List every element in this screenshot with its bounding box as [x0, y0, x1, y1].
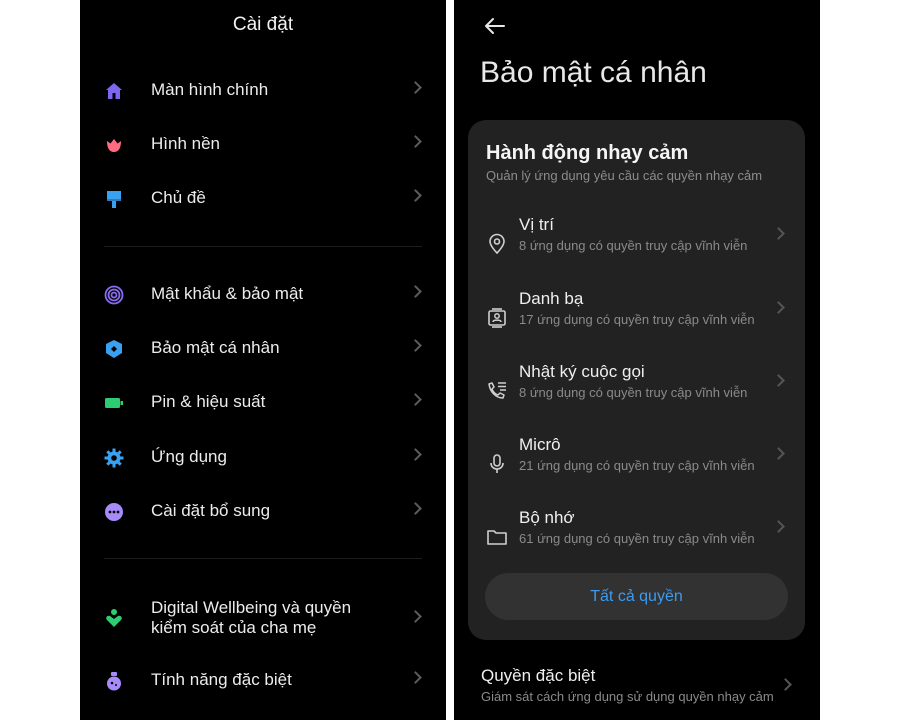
chevron-right-icon — [409, 393, 422, 406]
chevron-right-icon — [409, 610, 422, 623]
section-divider — [104, 246, 422, 247]
privacy-screen: Bảo mật cá nhân Hành động nhạy cảm Quản … — [454, 0, 820, 720]
chevron-right-icon — [779, 678, 792, 691]
permission-item-call-log[interactable]: Nhật ký cuộc gọi 8 ứng dụng có quyền tru… — [468, 362, 805, 424]
section-divider — [104, 558, 422, 559]
permission-name: Micrô — [519, 435, 561, 454]
chevron-right-icon — [409, 285, 422, 298]
chevron-right-icon — [409, 671, 422, 684]
wellbeing-icon — [106, 609, 122, 627]
battery-icon — [105, 398, 123, 408]
settings-item-label: Ứng dụng — [151, 447, 227, 466]
permission-name: Bộ nhớ — [519, 508, 575, 527]
settings-item-label: Pin & hiệu suất — [151, 392, 266, 411]
settings-item-wallpaper[interactable]: Hình nền — [80, 123, 446, 167]
settings-item-additional-settings[interactable]: Cài đặt bổ sung — [80, 490, 446, 534]
settings-item-label: Cài đặt bổ sung — [151, 501, 271, 520]
permission-item-location[interactable]: Vị trí 8 ứng dụng có quyền truy cập vĩnh… — [468, 215, 805, 277]
special-permissions-label: Quyền đặc biệt — [481, 666, 596, 685]
settings-item-label: Digital Wellbeing và quyền kiểm soát của… — [151, 598, 352, 637]
chevron-right-icon — [409, 502, 422, 515]
permission-description: 21 ứng dụng có quyền truy cập vĩnh viễn — [519, 458, 755, 473]
card-title: Hành động nhạy cảm — [486, 142, 689, 164]
flower-icon — [107, 139, 121, 152]
settings-item-battery-performance[interactable]: Pin & hiệu suất — [80, 381, 446, 425]
chevron-right-icon — [772, 227, 785, 240]
sensitive-actions-card: Hành động nhạy cảm Quản lý ứng dụng yêu … — [468, 120, 805, 640]
permission-name: Vị trí — [519, 215, 554, 234]
permission-description: 8 ứng dụng có quyền truy cập vĩnh viễn — [519, 238, 748, 253]
permission-description: 17 ứng dụng có quyền truy cập vĩnh viễn — [519, 312, 755, 327]
settings-item-label: Bảo mật cá nhân — [151, 338, 280, 357]
settings-item-home-screen[interactable]: Màn hình chính — [80, 69, 446, 113]
settings-item-digital-wellbeing[interactable]: Digital Wellbeing và quyền kiểm soát của… — [80, 590, 446, 646]
settings-item-label: Chủ đề — [151, 188, 206, 207]
potion-icon — [107, 672, 121, 691]
chevron-right-icon — [409, 135, 422, 148]
chevron-right-icon — [772, 447, 785, 460]
permission-name: Nhật ký cuộc gọi — [519, 362, 645, 381]
contacts-icon — [488, 308, 506, 328]
settings-item-label: Mật khẩu & bảo mật — [151, 284, 304, 303]
settings-item-apps[interactable]: Ứng dụng — [80, 436, 446, 480]
settings-item-label: Màn hình chính — [151, 80, 269, 99]
chevron-right-icon — [409, 339, 422, 352]
permission-name: Danh bạ — [519, 289, 584, 308]
chevron-right-icon — [772, 520, 785, 533]
chevron-right-icon — [409, 81, 422, 94]
chevron-right-icon — [409, 448, 422, 461]
permission-item-contacts[interactable]: Danh bạ 17 ứng dụng có quyền truy cập vĩ… — [468, 289, 805, 351]
chevron-right-icon — [772, 301, 785, 314]
chevron-right-icon — [409, 189, 422, 202]
page-title: Bảo mật cá nhân — [480, 56, 707, 89]
gear-icon — [104, 448, 124, 468]
settings-item-privacy[interactable]: Bảo mật cá nhân — [80, 327, 446, 371]
shield-icon — [106, 340, 122, 358]
folder-icon — [487, 530, 507, 545]
chevron-right-icon — [772, 374, 785, 387]
permission-description: 61 ứng dụng có quyền truy cập vĩnh viễn — [519, 531, 755, 546]
microphone-icon — [490, 454, 504, 473]
paintbrush-icon — [107, 191, 121, 208]
back-arrow-icon[interactable] — [482, 14, 508, 38]
location-pin-icon — [489, 233, 505, 255]
special-permissions-item[interactable]: Quyền đặc biệt Giám sát cách ứng dụng sử… — [454, 662, 820, 712]
card-subtitle: Quản lý ứng dụng yêu cầu các quyền nhạy … — [486, 168, 763, 183]
fingerprint-icon — [104, 285, 124, 305]
page-title: Cài đặt — [232, 14, 294, 35]
settings-item-label: Hình nền — [151, 134, 220, 153]
settings-item-label: Tính năng đặc biệt — [151, 670, 292, 689]
settings-item-password-security[interactable]: Mật khẩu & bảo mật — [80, 273, 446, 317]
settings-item-special-features[interactable]: Tính năng đặc biệt — [80, 659, 446, 703]
permission-item-microphone[interactable]: Micrô 21 ứng dụng có quyền truy cập vĩnh… — [468, 435, 805, 497]
more-dots-icon — [105, 503, 123, 521]
special-permissions-description: Giám sát cách ứng dụng sử dụng quyền nhạ… — [481, 689, 774, 704]
settings-screen: Cài đặt Màn hình chính Hình nền Chủ đề M… — [80, 0, 446, 720]
settings-item-themes[interactable]: Chủ đề — [80, 177, 446, 221]
all-permissions-button[interactable]: Tất cả quyền — [485, 573, 788, 620]
call-log-icon — [488, 382, 506, 399]
permission-description: 8 ứng dụng có quyền truy cập vĩnh viễn — [519, 385, 748, 400]
permission-item-storage[interactable]: Bộ nhớ 61 ứng dụng có quyền truy cập vĩn… — [468, 508, 805, 570]
home-icon — [106, 83, 122, 99]
